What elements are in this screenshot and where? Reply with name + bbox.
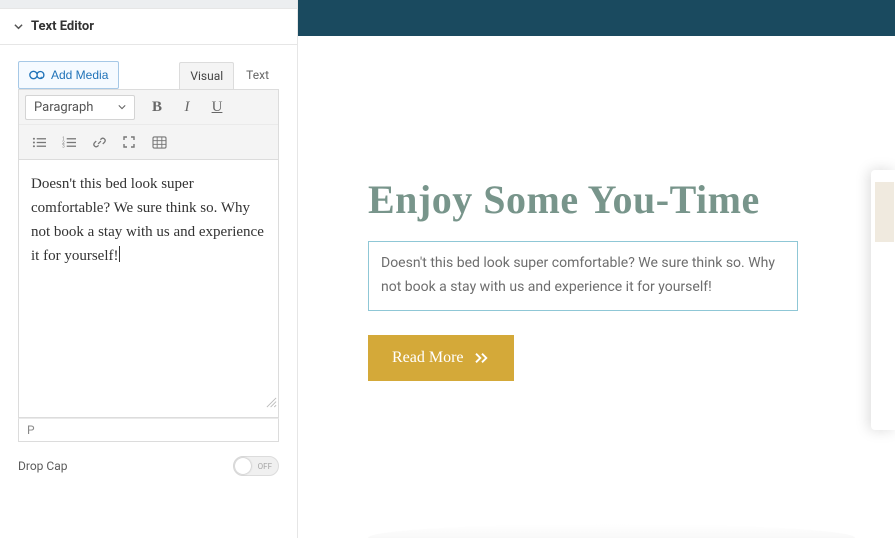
read-more-label: Read More bbox=[392, 349, 464, 367]
preview-section: Enjoy Some You-Time Doesn't this bed loo… bbox=[298, 36, 895, 381]
svg-text:3: 3 bbox=[62, 143, 65, 148]
editor-mode-tabs: Visual Text bbox=[179, 62, 279, 89]
resize-handle-icon[interactable] bbox=[266, 392, 277, 416]
drop-cap-control: Drop Cap OFF bbox=[18, 442, 279, 476]
fullscreen-button[interactable] bbox=[115, 129, 143, 155]
widget-panel-header[interactable]: Text Editor bbox=[0, 8, 297, 45]
add-media-button[interactable]: Add Media bbox=[18, 61, 119, 89]
editor-textarea[interactable]: Doesn't this bed look super comfortable?… bbox=[18, 160, 279, 418]
section-bottom-shadow bbox=[368, 524, 855, 538]
toolbar-toggle-button[interactable] bbox=[145, 129, 173, 155]
slide-image-stub bbox=[875, 182, 894, 242]
text-widget-content: Doesn't this bed look super comfortable?… bbox=[381, 255, 775, 295]
drop-cap-label: Drop Cap bbox=[18, 459, 67, 473]
ordered-list-button[interactable]: 123 bbox=[55, 129, 83, 155]
italic-button[interactable]: I bbox=[173, 94, 201, 120]
underline-button[interactable]: U bbox=[203, 94, 231, 120]
tab-text[interactable]: Text bbox=[236, 62, 279, 89]
section-heading[interactable]: Enjoy Some You-Time bbox=[368, 176, 895, 223]
editor-toolbar: Paragraph B I U 123 bbox=[18, 89, 279, 160]
preview-canvas: Enjoy Some You-Time Doesn't this bed loo… bbox=[298, 0, 895, 538]
toggle-value: OFF bbox=[258, 462, 272, 471]
read-more-button[interactable]: Read More bbox=[368, 335, 514, 381]
editor-content: Doesn't this bed look super comfortable?… bbox=[31, 176, 264, 264]
format-select[interactable]: Paragraph bbox=[25, 95, 135, 120]
widget-panel-body: Add Media Visual Text Paragraph B I U bbox=[0, 45, 297, 538]
preview-site-header bbox=[298, 0, 895, 36]
link-button[interactable] bbox=[85, 129, 113, 155]
add-media-label: Add Media bbox=[51, 68, 108, 82]
drop-cap-toggle[interactable]: OFF bbox=[233, 456, 279, 476]
widget-title: Text Editor bbox=[31, 19, 94, 34]
media-icon bbox=[29, 68, 45, 82]
text-cursor bbox=[119, 246, 120, 262]
toggle-knob bbox=[235, 458, 251, 474]
sidebar-top-stub bbox=[0, 0, 297, 8]
selected-text-widget[interactable]: Doesn't this bed look super comfortable?… bbox=[368, 241, 798, 311]
toolbar-row-2: 123 bbox=[19, 124, 278, 159]
double-chevron-right-icon bbox=[474, 352, 490, 364]
editor-sidebar: Text Editor Add Media Visual Text bbox=[0, 0, 298, 538]
bold-button[interactable]: B bbox=[143, 94, 171, 120]
editor-element-path: P bbox=[27, 423, 35, 437]
unordered-list-button[interactable] bbox=[25, 129, 53, 155]
toolbar-row-1: Paragraph B I U bbox=[19, 90, 278, 124]
next-slide-peek[interactable] bbox=[871, 170, 895, 430]
caret-down-icon bbox=[14, 22, 23, 31]
chevron-down-icon bbox=[118, 100, 126, 115]
editor-status-bar: P bbox=[18, 418, 279, 442]
editor-top-row: Add Media Visual Text bbox=[18, 61, 279, 89]
format-select-value: Paragraph bbox=[34, 100, 93, 115]
tab-visual[interactable]: Visual bbox=[179, 62, 234, 89]
